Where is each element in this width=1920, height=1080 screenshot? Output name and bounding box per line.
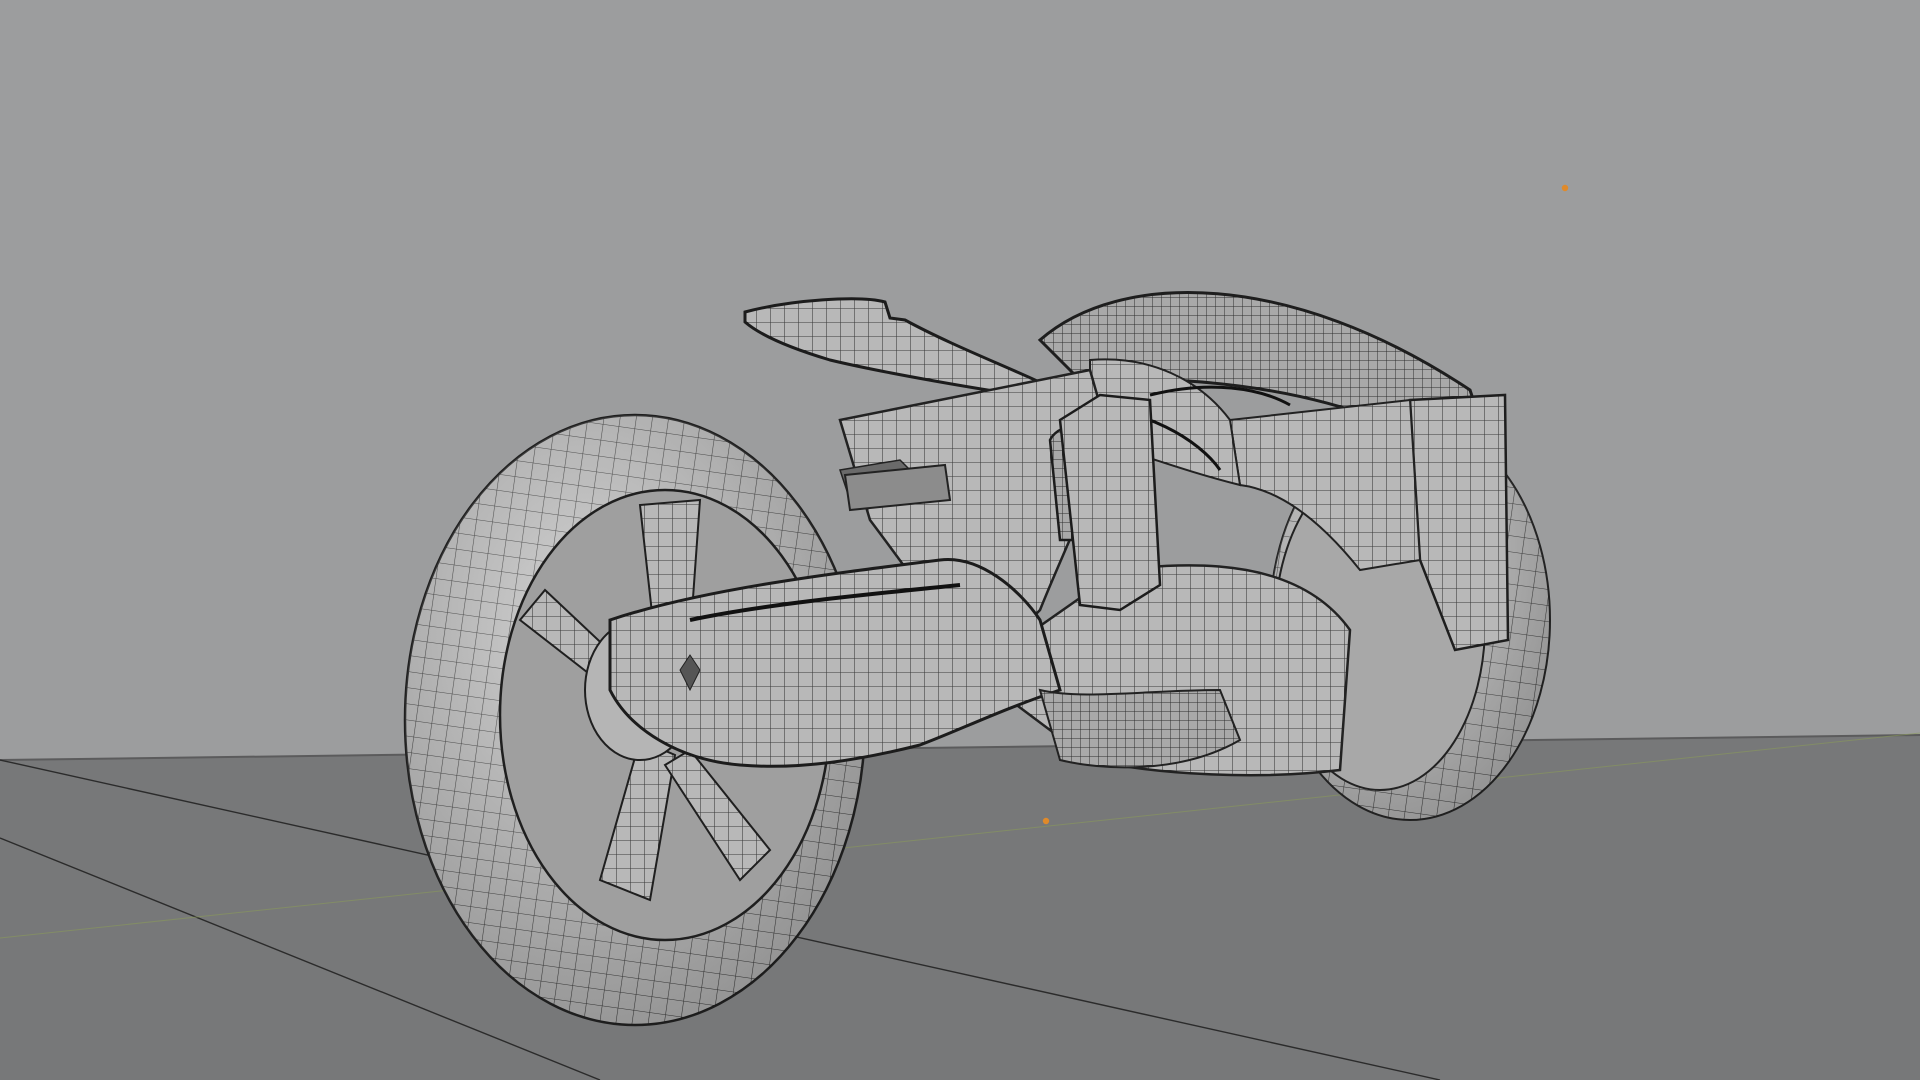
viewport-scene[interactable] <box>0 0 1920 1080</box>
light-origin <box>1561 184 1569 192</box>
object-origin <box>1042 817 1050 825</box>
3d-viewport[interactable] <box>0 0 1920 1080</box>
